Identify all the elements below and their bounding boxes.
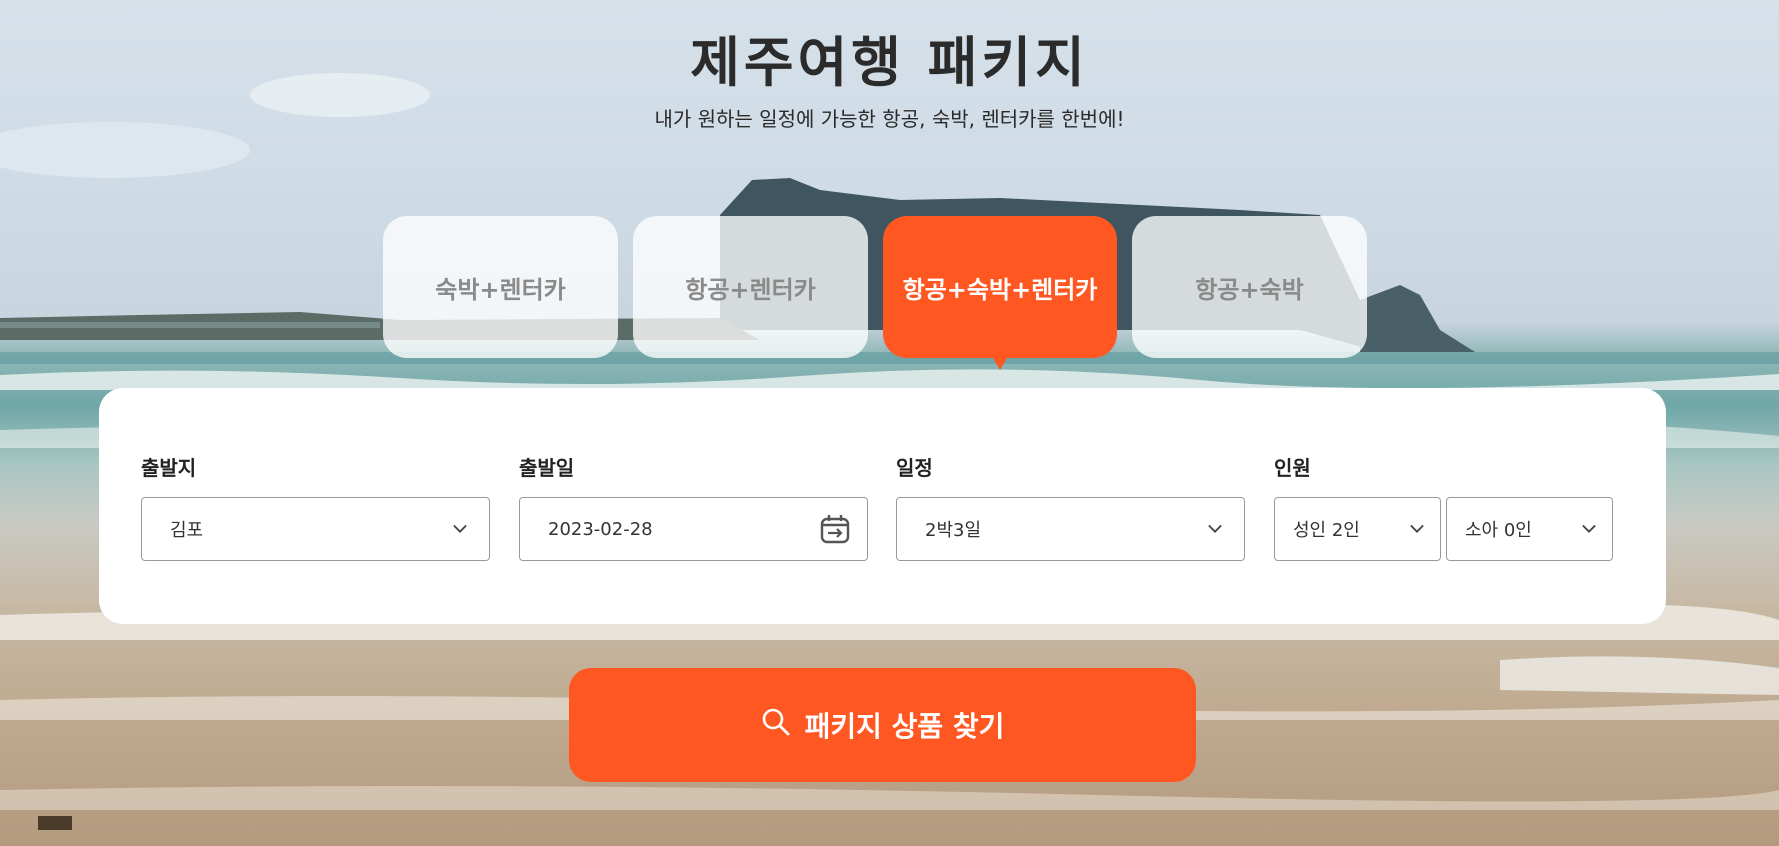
- chevron-down-icon: [1410, 522, 1424, 536]
- chevron-down-icon: [1208, 522, 1222, 536]
- search-panel: 출발지 김포 출발일 2023-02-28 일정 2박3일 인원 성인 2인 소…: [99, 388, 1666, 624]
- schedule-value: 2박3일: [925, 520, 982, 541]
- page-subtitle: 내가 원하는 일정에 가능한 항공, 숙박, 렌터카를 한번에!: [654, 107, 1125, 131]
- calendar-icon[interactable]: [819, 513, 851, 545]
- tab-flight-rentcar[interactable]: 항공+렌터카: [633, 216, 868, 358]
- departure-value: 김포: [170, 520, 204, 541]
- departure-date-value: 2023-02-28: [548, 518, 653, 540]
- people-label: 인원: [1274, 456, 1311, 480]
- tab-label: 항공+숙박: [1195, 275, 1304, 304]
- child-count-select[interactable]: 소아 0인: [1446, 497, 1613, 561]
- schedule-select[interactable]: 2박3일: [896, 497, 1245, 561]
- tab-flight-stay-rentcar[interactable]: 항공+숙박+렌터카: [883, 216, 1117, 370]
- adult-count-value: 성인 2인: [1293, 520, 1360, 541]
- tab-label: 항공+렌터카: [685, 275, 816, 304]
- departure-date-input[interactable]: 2023-02-28: [519, 497, 868, 561]
- departure-label: 출발지: [141, 456, 197, 480]
- search-package-button[interactable]: 패키지 상품 찾기: [569, 668, 1196, 782]
- page: 제주여행 패키지 내가 원하는 일정에 가능한 항공, 숙박, 렌터카를 한번에…: [0, 0, 1779, 846]
- tab-flight-stay[interactable]: 항공+숙박: [1132, 216, 1367, 358]
- adult-count-select[interactable]: 성인 2인: [1274, 497, 1441, 561]
- package-type-tabs: 숙박+렌터카 항공+렌터카 항공+숙박+렌터카 항공+숙박: [383, 216, 1367, 370]
- chevron-down-icon: [1582, 522, 1596, 536]
- schedule-label: 일정: [896, 456, 933, 480]
- search-button-label: 패키지 상품 찾기: [804, 710, 1005, 743]
- page-title: 제주여행 패키지: [690, 31, 1089, 94]
- tab-label: 숙박+렌터카: [435, 275, 566, 304]
- departure-date-label: 출발일: [519, 456, 575, 480]
- search-icon: [761, 707, 791, 744]
- child-count-value: 소아 0인: [1465, 520, 1532, 541]
- chevron-down-icon: [453, 522, 467, 536]
- tab-label: 항공+숙박+렌터카: [902, 275, 1098, 304]
- tab-stay-rentcar[interactable]: 숙박+렌터카: [383, 216, 618, 358]
- departure-select[interactable]: 김포: [141, 497, 490, 561]
